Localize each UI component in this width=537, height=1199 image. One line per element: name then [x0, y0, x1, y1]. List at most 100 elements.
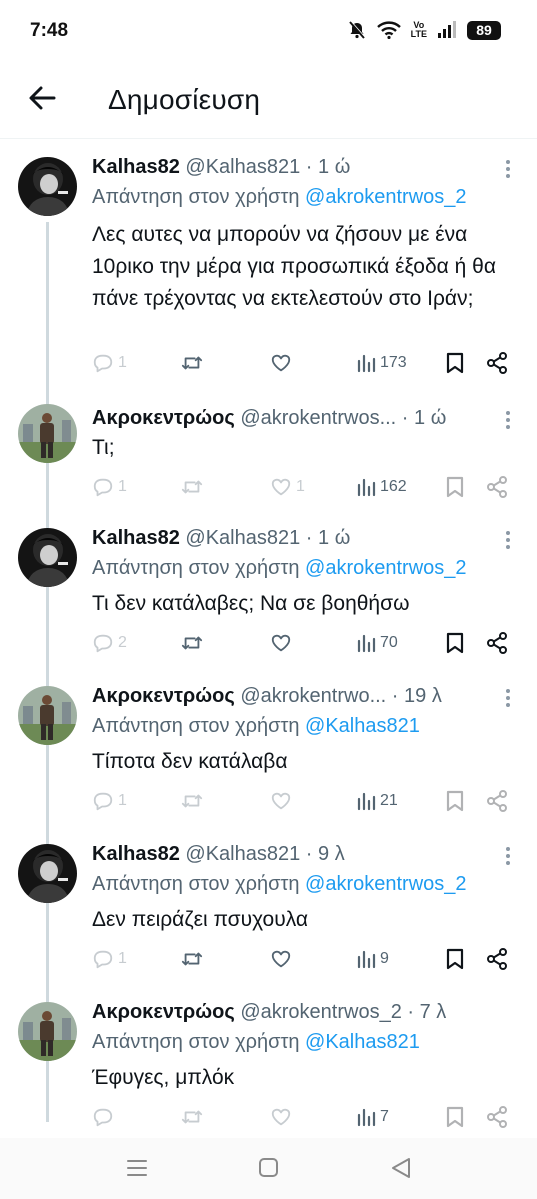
author-name[interactable]: Ακροκεντρώος [92, 685, 235, 707]
tweet-actions: 2 70 [92, 628, 517, 658]
reply-icon [93, 792, 113, 811]
back-button[interactable] [24, 80, 60, 116]
like-button[interactable] [270, 348, 296, 378]
post-time[interactable]: 19 λ [404, 685, 442, 707]
post-time[interactable]: 9 λ [318, 843, 345, 865]
like-icon [271, 478, 291, 496]
avatar[interactable] [18, 686, 77, 745]
home-button[interactable] [248, 1154, 288, 1182]
separator-dot: · [300, 156, 319, 178]
more-options-icon[interactable] [503, 159, 513, 179]
views-button[interactable]: 173 [356, 348, 407, 378]
bookmark-button[interactable] [444, 628, 466, 658]
author-handle[interactable]: @Kalhas821 [185, 843, 300, 865]
views-button[interactable]: 7 [356, 1102, 389, 1132]
reply-prefix: Απάντηση στον χρήστη [92, 715, 306, 737]
back-nav-button[interactable] [381, 1154, 421, 1182]
share-button[interactable] [485, 628, 509, 658]
mention-link[interactable]: @Kalhas821 [305, 1031, 420, 1053]
tweet[interactable]: Ακροκεντρώος @akrokentrwos_2 · 7 λ Απάντ… [0, 998, 537, 1148]
repost-button[interactable] [180, 472, 208, 502]
views-icon [357, 354, 376, 373]
repost-icon [181, 636, 203, 650]
reply-button[interactable]: 2 [92, 628, 127, 658]
like-button[interactable] [270, 1102, 296, 1132]
post-time[interactable]: 1 ώ [318, 156, 350, 178]
mention-link[interactable]: @Kalhas821 [305, 715, 420, 737]
like-icon [271, 792, 291, 810]
author-name[interactable]: Kalhas82 [92, 843, 180, 865]
avatar[interactable] [18, 844, 77, 903]
bookmark-icon [446, 1106, 464, 1128]
more-options-icon[interactable] [503, 846, 513, 866]
bookmark-button[interactable] [444, 348, 466, 378]
bookmark-button[interactable] [444, 944, 466, 974]
share-button[interactable] [485, 472, 509, 502]
bookmark-button[interactable] [444, 1102, 466, 1132]
author-handle[interactable]: @akrokentrwos... [240, 407, 396, 429]
more-options-icon[interactable] [503, 688, 513, 708]
more-options-icon[interactable] [503, 530, 513, 550]
recents-button[interactable] [117, 1154, 157, 1182]
author-handle[interactable]: @akrokentrwo... [240, 685, 386, 707]
tweet[interactable]: Ακροκεντρώος @akrokentrwo... · 19 λ Απάν… [0, 682, 537, 832]
avatar[interactable] [18, 1002, 77, 1061]
reply-icon [93, 1108, 113, 1127]
views-button[interactable]: 9 [356, 944, 389, 974]
avatar[interactable] [18, 404, 77, 463]
views-button[interactable]: 70 [356, 628, 398, 658]
repost-button[interactable] [180, 348, 208, 378]
views-button[interactable]: 21 [356, 786, 398, 816]
author-name[interactable]: Kalhas82 [92, 527, 180, 549]
share-icon [487, 352, 507, 374]
author-name[interactable]: Ακροκεντρώος [92, 1001, 235, 1023]
reply-button[interactable]: 1 [92, 786, 127, 816]
author-handle[interactable]: @Kalhas821 [185, 156, 300, 178]
reply-button[interactable]: 1 [92, 348, 127, 378]
mention-link[interactable]: @akrokentrwos_2 [305, 186, 466, 208]
share-button[interactable] [485, 1102, 509, 1132]
like-button[interactable]: 1 [270, 472, 305, 502]
tweet-actions: 1 173 [92, 348, 517, 378]
post-time[interactable]: 1 ώ [318, 527, 350, 549]
avatar[interactable] [18, 157, 77, 216]
tweet-text: Λες αυτες να μπορούν να ζήσουν με ένα 10… [92, 223, 496, 310]
post-time[interactable]: 7 λ [420, 1001, 447, 1023]
more-options-icon[interactable] [503, 410, 513, 430]
reply-button[interactable]: 1 [92, 944, 127, 974]
share-icon [487, 948, 507, 970]
reply-button[interactable] [92, 1102, 118, 1132]
post-time[interactable]: 1 ώ [414, 407, 446, 429]
tweet[interactable]: Kalhas82 @Kalhas821 · 9 λ Απάντηση στον … [0, 840, 537, 990]
tweet[interactable]: Ακροκεντρώος @akrokentrwos... · 1 ώ Τι; … [0, 404, 537, 522]
views-count: 173 [380, 354, 407, 371]
author-handle[interactable]: @Kalhas821 [185, 527, 300, 549]
author-name[interactable]: Kalhas82 [92, 156, 180, 178]
repost-button[interactable] [180, 786, 208, 816]
repost-button[interactable] [180, 944, 208, 974]
battery-indicator: 89 [467, 20, 501, 40]
author-handle[interactable]: @akrokentrwos_2 [240, 1001, 401, 1023]
bookmark-button[interactable] [444, 786, 466, 816]
bookmark-button[interactable] [444, 472, 466, 502]
mention-link[interactable]: @akrokentrwos_2 [305, 873, 466, 895]
share-button[interactable] [485, 348, 509, 378]
avatar[interactable] [18, 528, 77, 587]
share-button[interactable] [485, 786, 509, 816]
reply-button[interactable]: 1 [92, 472, 127, 502]
tweet-text: Δεν πειράζει πσυχουλα [92, 908, 309, 931]
wifi-icon [376, 21, 401, 39]
repost-button[interactable] [180, 628, 208, 658]
tweet[interactable]: Kalhas82 @Kalhas821 · 1 ώ Απάντηση στον … [0, 524, 537, 674]
views-button[interactable]: 162 [356, 472, 407, 502]
tweet[interactable]: Kalhas82 @Kalhas821 · 1 ώ Απάντηση στον … [0, 153, 537, 403]
bookmark-icon [446, 790, 464, 812]
repost-button[interactable] [180, 1102, 208, 1132]
share-button[interactable] [485, 944, 509, 974]
reply-prefix: Απάντηση στον χρήστη [92, 873, 306, 895]
like-button[interactable] [270, 786, 296, 816]
mention-link[interactable]: @akrokentrwos_2 [305, 557, 466, 579]
like-button[interactable] [270, 628, 296, 658]
author-name[interactable]: Ακροκεντρώος [92, 407, 235, 429]
like-button[interactable] [270, 944, 296, 974]
